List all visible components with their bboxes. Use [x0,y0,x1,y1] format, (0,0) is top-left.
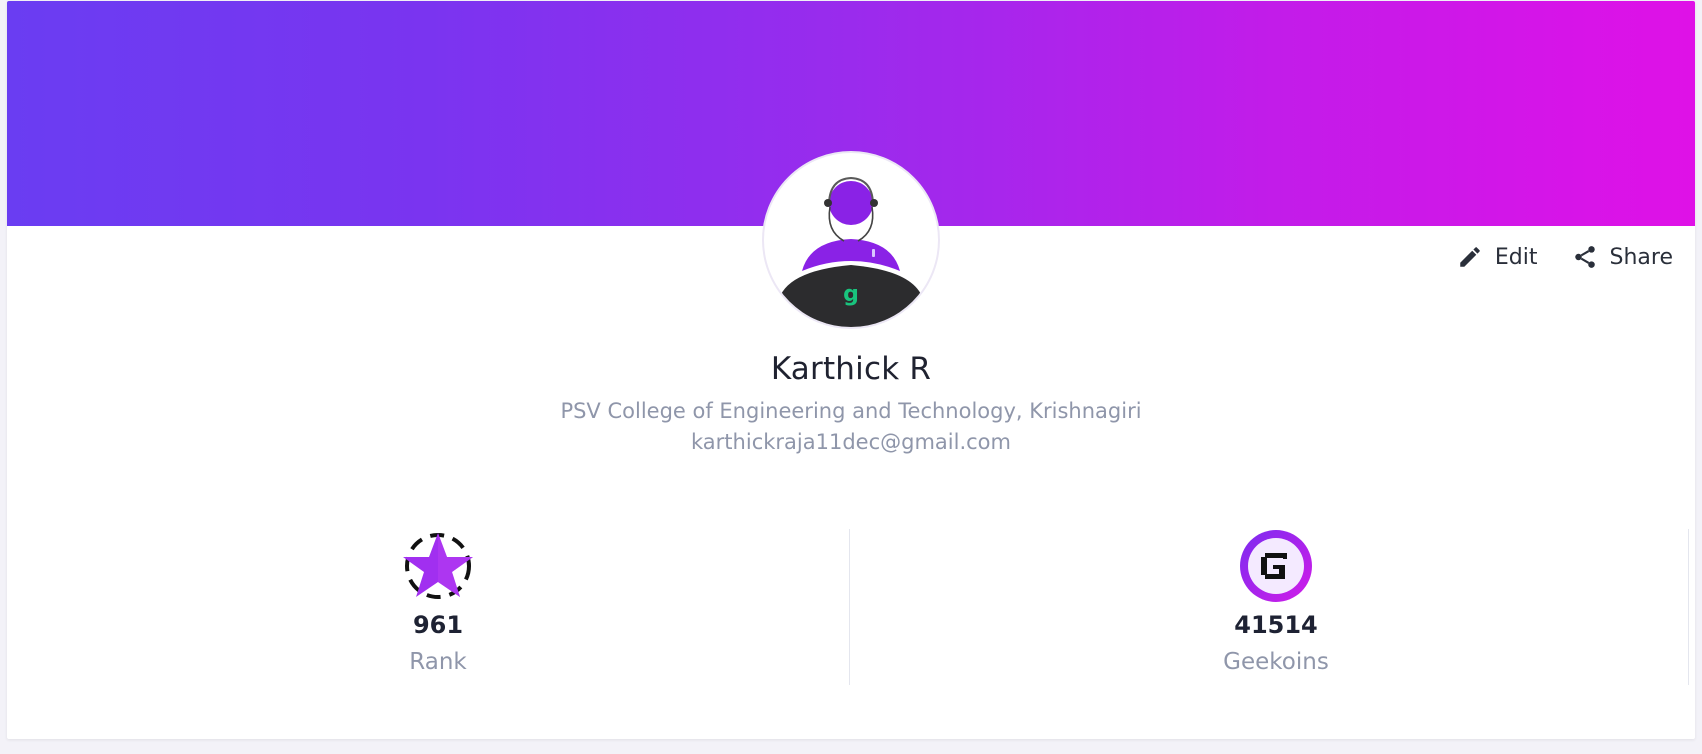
avatar: g [762,151,940,329]
profile-card: g Edit Share Karthick R PSV College of E… [7,1,1695,739]
share-button[interactable]: Share [1572,244,1674,270]
stat-rank: 961 Rank [288,529,588,675]
stats-divider-right [1688,529,1689,685]
rank-value: 961 [412,611,464,639]
geekoins-label: Geekoins [1223,649,1329,675]
edit-button[interactable]: Edit [1457,244,1538,270]
share-label: Share [1609,244,1674,270]
pencil-icon [1457,244,1483,270]
avatar-image: g [778,176,924,327]
share-icon [1572,244,1598,270]
geekoin-icon [1240,530,1312,602]
edit-label: Edit [1494,244,1538,270]
profile-college: PSV College of Engineering and Technolog… [560,399,1142,423]
profile-name: Karthick R [770,351,932,387]
svg-text:g: g [843,282,859,307]
rank-label: Rank [409,649,467,675]
star-badge-icon [403,533,473,599]
geekoins-value: 41514 [1234,611,1318,639]
profile-email: karthickraja11dec@gmail.com [691,430,1011,454]
stat-geekoins: 41514 Geekoins [1126,529,1426,675]
stats-divider [849,529,850,685]
profile-actions: Edit Share [1457,244,1673,270]
